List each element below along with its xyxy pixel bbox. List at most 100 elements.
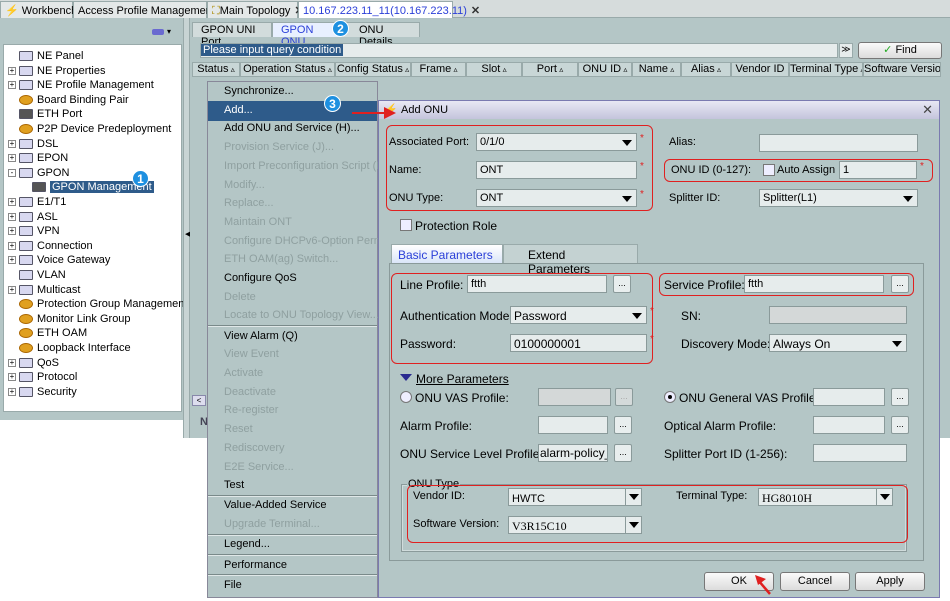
tree-item[interactable]: + E1/T1 (8, 195, 66, 209)
find-button[interactable]: ✓ Find (858, 42, 942, 59)
tree-item[interactable]: + NE Profile Management (8, 78, 154, 92)
onu-vas-input[interactable] (538, 388, 611, 406)
column-header[interactable]: Frame ▵ (411, 62, 466, 77)
password-input[interactable]: 0100000001 (510, 334, 647, 352)
onu-id-input[interactable]: 1 (839, 161, 917, 179)
menu-item[interactable]: Configure QoS (224, 272, 297, 284)
discovery-mode-select[interactable]: Always On (769, 334, 907, 352)
column-header[interactable]: Slot ▵ (466, 62, 522, 77)
onu-vas-radio[interactable] (400, 391, 412, 403)
view-menu-icon[interactable] (152, 29, 164, 35)
onu-general-vas-input[interactable] (813, 388, 885, 406)
sort-icon[interactable]: ▵ (500, 65, 507, 74)
expand-toggle-icon[interactable]: + (8, 198, 16, 206)
alarm-profile-input[interactable] (538, 416, 608, 434)
onu-general-vas-radio[interactable] (664, 391, 676, 403)
terminal-type-select[interactable]: HG8010H (758, 488, 893, 506)
collapse-triangle-icon[interactable] (400, 374, 412, 381)
name-input[interactable]: ONT (476, 161, 637, 179)
tab-ne[interactable]: 10.167.223.11_11(10.167.223.11) ✕ (298, 1, 480, 18)
expand-toggle-icon[interactable]: - (8, 168, 16, 177)
tab-basic-parameters[interactable]: Basic Parameters (391, 244, 503, 264)
subtab-gpon-uni-port[interactable]: GPON UNI Port (192, 22, 272, 48)
tree-item[interactable]: + ASL (8, 210, 58, 224)
menu-item[interactable]: Activate (224, 367, 263, 379)
browse-button[interactable]: ... (613, 275, 631, 293)
tree-item[interactable]: + EPON (8, 151, 68, 165)
sort-icon[interactable]: ▵ (326, 65, 332, 74)
column-header[interactable]: Alias ▵ (681, 62, 731, 77)
alias-input[interactable] (759, 134, 918, 152)
more-parameters-link[interactable]: More Parameters (416, 372, 509, 386)
menu-item[interactable]: Deactivate (224, 386, 276, 398)
tree-item[interactable]: + Voice Gateway (8, 253, 110, 267)
tree-item[interactable]: + Connection (8, 239, 93, 253)
expand-toggle-icon[interactable]: + (8, 387, 16, 396)
tree-item[interactable]: ETH Port (8, 107, 82, 121)
sort-icon[interactable]: ▵ (451, 65, 457, 74)
expand-toggle-icon[interactable]: + (8, 81, 16, 90)
column-header[interactable]: Name ▵ (632, 62, 681, 77)
service-level-input[interactable]: alarm-policy_( (538, 444, 608, 462)
menu-item[interactable]: Rediscovery (224, 442, 285, 454)
sort-icon[interactable]: ▵ (403, 65, 409, 74)
menu-item[interactable]: Performance (224, 559, 287, 571)
menu-item[interactable]: Delete (224, 291, 256, 303)
tree-item[interactable]: + Multicast (8, 283, 80, 297)
menu-item[interactable]: Import Preconfiguration Script (I) (224, 160, 383, 172)
query-input[interactable]: Please input query condition (200, 43, 838, 58)
menu-item[interactable]: Maintain ONT (224, 216, 292, 228)
expand-toggle-icon[interactable]: + (8, 241, 16, 250)
sort-icon[interactable]: ▵ (715, 65, 721, 74)
browse-button[interactable]: ... (891, 388, 909, 406)
column-header[interactable]: Vendor ID (731, 62, 789, 77)
tree-item[interactable]: Protection Group Management (8, 297, 187, 311)
expand-toggle-icon[interactable]: + (8, 373, 16, 382)
sort-icon[interactable]: ▵ (228, 65, 235, 74)
associated-port-select[interactable]: 0/1/0 (476, 133, 637, 151)
tree-item[interactable]: P2P Device Predeployment (8, 122, 171, 136)
menu-item[interactable]: Upgrade Terminal... (224, 518, 320, 530)
expand-toggle-icon[interactable]: + (8, 154, 16, 163)
tree-item[interactable]: NE Panel (8, 49, 83, 63)
tree-item[interactable]: + QoS (8, 356, 59, 370)
browse-button[interactable]: ... (891, 275, 909, 293)
tree-item[interactable]: + VPN (8, 224, 60, 238)
scroll-left-button[interactable]: < (192, 395, 206, 406)
splitter-handle[interactable]: ◀ (183, 18, 190, 438)
protection-role-checkbox[interactable] (400, 219, 412, 231)
tab-access-profile[interactable]: Access Profile Management✕ (73, 1, 228, 18)
menu-item[interactable]: Provision Service (J)... (224, 141, 334, 153)
menu-item[interactable]: Re-register (224, 404, 278, 416)
tree-item[interactable]: - GPON (8, 166, 69, 180)
close-icon[interactable]: ✕ (922, 102, 933, 118)
splitter-id-select[interactable]: Splitter(L1) (759, 189, 918, 207)
browse-button[interactable]: ... (615, 388, 633, 406)
column-header[interactable]: Software Version ▵ (863, 62, 941, 77)
optical-alarm-input[interactable] (813, 416, 885, 434)
tree-item[interactable]: ETH OAM (8, 326, 87, 340)
apply-button[interactable]: Apply (855, 572, 925, 591)
sort-icon[interactable]: ▵ (557, 65, 563, 74)
menu-item[interactable]: Value-Added Service (224, 499, 327, 511)
expand-toggle-icon[interactable]: + (8, 139, 16, 148)
sn-input[interactable] (769, 306, 907, 324)
menu-item[interactable]: File (224, 579, 242, 591)
vendor-id-select[interactable]: HWTC (508, 488, 642, 506)
sort-icon[interactable]: ▵ (668, 65, 674, 74)
expand-toggle-icon[interactable]: + (8, 285, 16, 294)
tree-item[interactable]: + DSL (8, 137, 58, 151)
software-version-select[interactable]: V3R15C10 (508, 516, 642, 534)
menu-item[interactable]: Legend... (224, 538, 270, 550)
onu-type-select[interactable]: ONT (476, 189, 637, 207)
subtab-onu-details[interactable]: ONU Details (342, 22, 420, 48)
splitter-port-input[interactable] (813, 444, 907, 462)
expand-toggle-icon[interactable]: + (8, 227, 16, 236)
column-header[interactable]: Terminal Type ▵ (789, 62, 863, 77)
menu-item[interactable]: Locate to ONU Topology View... (224, 309, 379, 321)
menu-item[interactable]: Replace... (224, 197, 274, 209)
menu-item[interactable]: Synchronize... (224, 85, 294, 97)
chevron-down-icon[interactable]: ▾ (167, 27, 171, 36)
service-profile-input[interactable]: ftth (744, 275, 884, 293)
menu-item[interactable]: ETH OAM(ag) Switch... (224, 253, 338, 265)
